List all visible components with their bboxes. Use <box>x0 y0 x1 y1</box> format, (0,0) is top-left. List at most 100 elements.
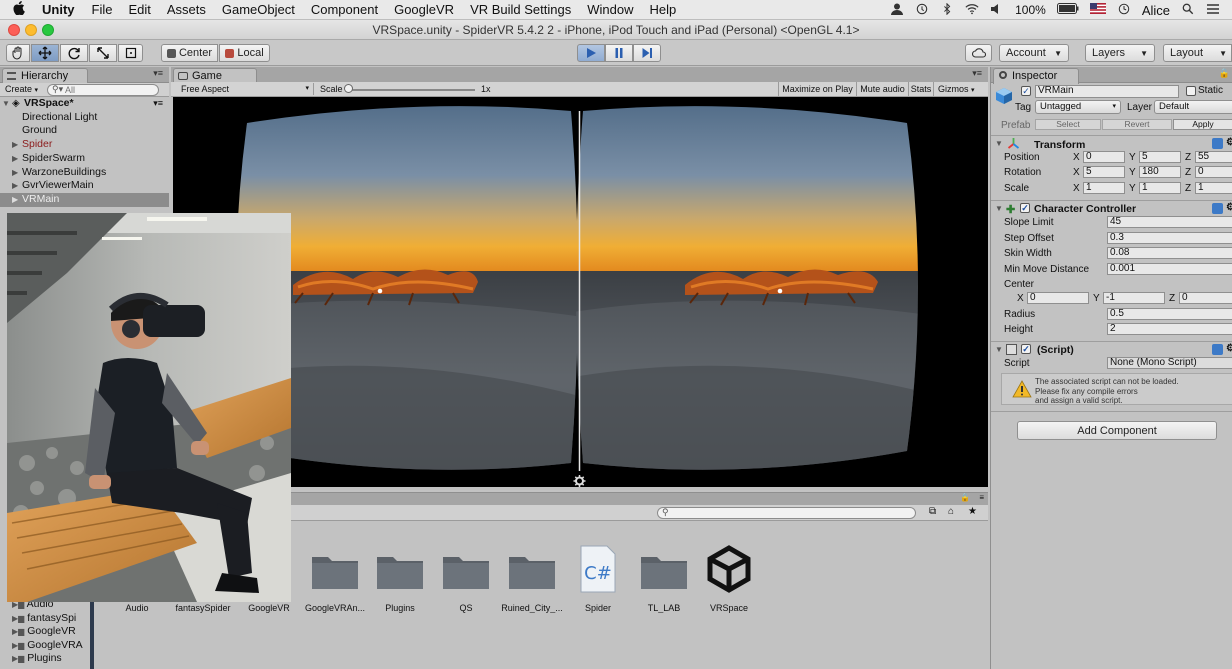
hierarchy-search-input[interactable] <box>65 85 155 95</box>
scene-row[interactable]: ▼ ◈ VRSpace* ▾≡ <box>0 97 169 111</box>
center-z-field[interactable]: 0 <box>1179 292 1232 304</box>
expand-arrow-icon[interactable]: ▶ <box>12 152 18 166</box>
prefab-apply-button[interactable]: Apply <box>1173 119 1232 130</box>
hand-tool-button[interactable] <box>6 44 30 62</box>
expand-arrow-icon[interactable]: ▼ <box>2 97 10 111</box>
us-flag-icon[interactable] <box>1089 3 1106 17</box>
hierarchy-item[interactable]: ▶ Spider <box>0 138 169 152</box>
layers-dropdown[interactable]: Layers ▼ <box>1085 44 1155 62</box>
active-checkbox[interactable]: ✓ <box>1021 86 1031 96</box>
slope-limit-field[interactable]: 45 <box>1107 216 1232 228</box>
panel-menu-icon[interactable]: ▾≡ <box>153 68 163 79</box>
filter-by-label-icon[interactable]: ⌂ <box>948 506 954 517</box>
hierarchy-item[interactable]: ▶ WarzoneBuildings <box>0 166 169 180</box>
center-y-field[interactable]: -1 <box>1103 292 1165 304</box>
hierarchy-item[interactable]: ▶ SpiderSwarm <box>0 152 169 166</box>
position-x-field[interactable]: 0 <box>1083 151 1125 163</box>
expand-arrow-icon[interactable]: ▼ <box>995 204 1003 213</box>
panel-menu-icon[interactable]: ▾≡ <box>972 68 982 79</box>
script-component-header[interactable]: ▼ ✓ (Script) ⚙ <box>991 341 1232 357</box>
tree-item[interactable]: ▶▆ Plugins <box>12 652 62 664</box>
clock-icon[interactable] <box>1117 3 1131 18</box>
help-book-icon[interactable] <box>1212 344 1223 355</box>
skin-width-field[interactable]: 0.08 <box>1107 247 1232 259</box>
scale-y-field[interactable]: 1 <box>1139 182 1181 194</box>
menu-help[interactable]: Help <box>641 2 684 17</box>
menu-vr-build-settings[interactable]: VR Build Settings <box>462 2 579 17</box>
tag-dropdown[interactable]: Untagged ▾ <box>1035 100 1121 114</box>
gizmos-dropdown[interactable]: Gizmos ▾ <box>933 82 985 96</box>
layer-dropdown[interactable]: Default <box>1154 100 1232 114</box>
pivot-center-toggle[interactable]: Center <box>161 44 218 62</box>
height-field[interactable]: 2 <box>1107 323 1232 335</box>
expand-arrow-icon[interactable]: ▶ <box>12 193 18 207</box>
transform-header[interactable]: ▼ Transform ⚙ <box>991 135 1232 151</box>
scale-z-field[interactable]: 1 <box>1195 182 1232 194</box>
character-controller-header[interactable]: ▼ ✚ ✓ Character Controller ⚙ <box>991 200 1232 216</box>
center-x-field[interactable]: 0 <box>1027 292 1089 304</box>
wifi-icon[interactable] <box>965 3 979 18</box>
component-gear-icon[interactable]: ⚙ <box>1226 137 1232 148</box>
bluetooth-icon[interactable] <box>940 2 954 18</box>
tree-scrollbar[interactable] <box>90 598 94 669</box>
hierarchy-item[interactable]: ▶ GvrViewerMain <box>0 179 169 193</box>
expand-arrow-icon[interactable]: ▶ <box>12 138 18 152</box>
account-dropdown[interactable]: Account ▼ <box>999 44 1069 62</box>
prefab-select-button[interactable]: Select <box>1035 119 1101 130</box>
menu-gameobject[interactable]: GameObject <box>214 2 303 17</box>
volume-icon[interactable] <box>990 3 1004 18</box>
project-search-field[interactable]: ⚲ <box>657 507 916 519</box>
component-gear-icon[interactable]: ⚙ <box>1226 343 1232 354</box>
menu-file[interactable]: File <box>84 2 121 17</box>
script-enabled-checkbox[interactable]: ✓ <box>1021 344 1031 354</box>
menu-googlevr[interactable]: GoogleVR <box>386 2 462 17</box>
hierarchy-item[interactable]: Directional Light <box>0 111 169 125</box>
position-z-field[interactable]: 55 <box>1195 151 1232 163</box>
prefab-revert-button[interactable]: Revert <box>1102 119 1172 130</box>
component-gear-icon[interactable]: ⚙ <box>1226 202 1232 213</box>
rotation-y-field[interactable]: 180 <box>1139 166 1181 178</box>
object-name-field[interactable]: VRMain <box>1035 85 1179 98</box>
move-tool-button[interactable] <box>31 44 59 62</box>
battery-icon[interactable] <box>1056 3 1079 17</box>
tree-item[interactable]: ▶▆ GoogleVRA <box>12 639 83 651</box>
aspect-dropdown[interactable]: Free Aspect ▾ <box>174 83 314 95</box>
help-book-icon[interactable] <box>1212 138 1223 149</box>
apple-icon[interactable] <box>0 1 38 18</box>
create-dropdown[interactable]: Create ▾ <box>2 84 42 95</box>
tab-hierarchy[interactable]: Hierarchy <box>2 68 88 84</box>
menu-component[interactable]: Component <box>303 2 386 17</box>
expand-arrow-icon[interactable]: ▼ <box>995 345 1003 354</box>
expand-arrow-icon[interactable]: ▼ <box>995 139 1003 148</box>
tree-item[interactable]: ▶▆ GoogleVR <box>12 625 76 637</box>
character-controller-enabled-checkbox[interactable]: ✓ <box>1020 203 1030 213</box>
lock-icon[interactable]: 🔒 <box>1219 68 1230 79</box>
stats-toggle[interactable]: Stats <box>908 82 933 96</box>
scene-menu-icon[interactable]: ▾≡ <box>153 97 163 111</box>
cloud-button[interactable] <box>965 44 992 62</box>
pause-button[interactable] <box>605 44 633 62</box>
tab-inspector[interactable]: Inspector <box>993 68 1079 84</box>
scale-slider-thumb[interactable] <box>344 84 353 93</box>
rotation-x-field[interactable]: 5 <box>1083 166 1125 178</box>
step-offset-field[interactable]: 0.3 <box>1107 232 1232 244</box>
add-component-button[interactable]: Add Component <box>1017 421 1217 440</box>
panel-menu-icon[interactable]: ≡ <box>979 493 984 502</box>
maximize-on-play-toggle[interactable]: Maximize on Play <box>778 82 856 96</box>
game-viewport[interactable] <box>173 97 988 487</box>
mute-audio-toggle[interactable]: Mute audio <box>856 82 908 96</box>
min-move-distance-field[interactable]: 0.001 <box>1107 263 1232 275</box>
favorites-star-icon[interactable]: ★ <box>968 506 977 517</box>
scale-slider-track[interactable] <box>347 89 475 91</box>
menu-assets[interactable]: Assets <box>159 2 214 17</box>
layout-dropdown[interactable]: Layout ▼ <box>1163 44 1232 62</box>
step-button[interactable] <box>633 44 661 62</box>
menu-edit[interactable]: Edit <box>120 2 158 17</box>
rotation-z-field[interactable]: 0 <box>1195 166 1232 178</box>
notification-center-icon[interactable] <box>1206 3 1220 18</box>
spotlight-search-icon[interactable] <box>1181 3 1195 18</box>
user-name[interactable]: Alice <box>1142 3 1170 18</box>
expand-arrow-icon[interactable]: ▶ <box>12 166 18 180</box>
vr-settings-gear-icon[interactable] <box>573 475 586 487</box>
scale-x-field[interactable]: 1 <box>1083 182 1125 194</box>
